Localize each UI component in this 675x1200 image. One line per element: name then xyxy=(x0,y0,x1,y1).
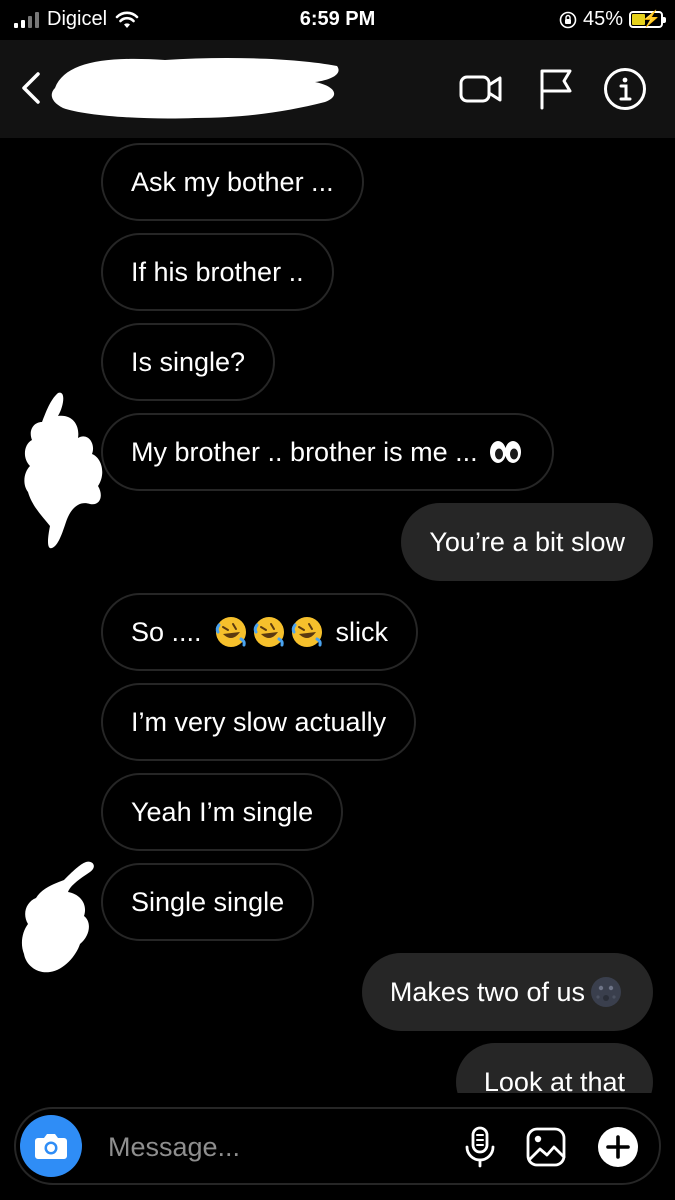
message-text: If his brother .. xyxy=(131,256,304,287)
orientation-lock-icon xyxy=(559,11,577,28)
incoming-message[interactable]: I’m very slow actually xyxy=(101,683,417,761)
rofl-emoji-icon xyxy=(215,617,246,647)
new-moon-face-emoji-icon xyxy=(591,977,621,1007)
flag-icon[interactable] xyxy=(533,66,579,112)
incoming-message[interactable]: Is single? xyxy=(101,323,276,401)
message-text: You’re a bit slow xyxy=(429,526,625,557)
incoming-message[interactable]: Yeah I’m single xyxy=(101,773,344,851)
redacted-avatar-scribble xyxy=(24,392,103,549)
message-text: Single single xyxy=(131,886,285,917)
rofl-emoji-icon xyxy=(291,617,322,647)
outgoing-message[interactable]: You’re a bit slow xyxy=(401,503,653,581)
status-bar: Digicel 6:59 PM 45% ⚡ xyxy=(0,0,675,40)
message-text: I’m very slow actually xyxy=(131,706,387,737)
incoming-message[interactable]: So .... slick xyxy=(101,593,419,671)
chat-header xyxy=(0,40,675,138)
incoming-message[interactable]: If his brother .. xyxy=(101,233,334,311)
incoming-message[interactable]: Ask my bother ... xyxy=(101,143,364,221)
message-text: Is single? xyxy=(131,346,246,377)
rofl-emoji-icon xyxy=(253,617,284,647)
incoming-message[interactable]: Single single xyxy=(101,863,315,941)
back-chevron-icon[interactable] xyxy=(16,68,46,108)
gallery-icon[interactable] xyxy=(524,1125,568,1169)
plus-icon[interactable] xyxy=(596,1125,640,1169)
incoming-message[interactable]: My brother .. brother is me ... xyxy=(101,413,554,491)
eyes-emoji-icon xyxy=(489,441,521,463)
redacted-avatar-scribble xyxy=(21,861,94,973)
status-right: 45% ⚡ xyxy=(559,8,666,31)
message-text: Ask my bother ... xyxy=(131,166,334,197)
video-call-icon[interactable] xyxy=(458,66,504,112)
message-thread[interactable]: Ask my bother ... If his brother .. Is s… xyxy=(0,138,675,1093)
outgoing-message[interactable]: Look at that xyxy=(455,1043,653,1094)
battery-icon: ⚡ xyxy=(629,11,666,28)
message-text: slick xyxy=(335,616,389,647)
microphone-icon[interactable] xyxy=(458,1125,502,1169)
message-text: Makes two of us xyxy=(389,976,585,1007)
message-composer xyxy=(14,1107,661,1185)
message-text: My brother .. brother is me ... xyxy=(131,436,478,467)
info-icon[interactable] xyxy=(602,66,648,112)
camera-icon xyxy=(35,1134,67,1159)
message-text: So .... xyxy=(131,616,202,647)
message-text: Yeah I’m single xyxy=(131,796,314,827)
camera-button[interactable] xyxy=(20,1115,82,1177)
outgoing-message[interactable]: Makes two of us xyxy=(361,953,653,1031)
battery-percent: 45% xyxy=(582,8,623,30)
message-text: Look at that xyxy=(483,1066,625,1094)
redacted-contact-name[interactable] xyxy=(45,52,345,124)
message-input[interactable] xyxy=(108,1127,428,1167)
